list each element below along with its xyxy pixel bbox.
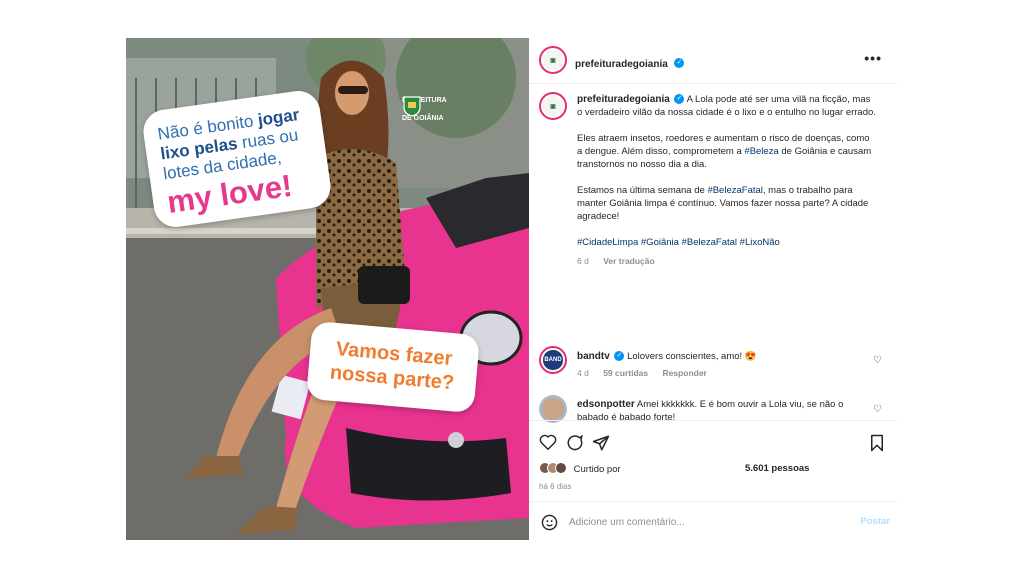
share-icon[interactable] bbox=[592, 434, 610, 452]
post-date: há 6 dias bbox=[539, 482, 572, 491]
crest-icon: ▣ bbox=[543, 50, 563, 70]
hashtag-list[interactable]: #CidadeLimpa #Goiânia #BelezaFatal #Lixo… bbox=[577, 236, 877, 249]
post-sidebar: ▣ prefeituradegoiania ✓ ••• ▣ prefeitura… bbox=[529, 38, 898, 540]
commenter-username[interactable]: edsonpotter bbox=[577, 399, 635, 410]
verified-badge-icon: ✓ bbox=[614, 351, 625, 362]
emoji-icon[interactable] bbox=[541, 514, 558, 531]
comment-likes[interactable]: 59 curtidas bbox=[603, 368, 648, 378]
caption-paragraph-3: Estamos na última semana de #BelezaFatal… bbox=[577, 185, 869, 222]
instagram-post: PREFEITURA DE GOIÂNIA Não é bonito jogar… bbox=[126, 38, 898, 540]
crest-icon bbox=[403, 96, 421, 117]
more-options-icon[interactable]: ••• bbox=[864, 50, 882, 66]
commenter-avatar[interactable] bbox=[539, 395, 567, 423]
prefeitura-logo: PREFEITURA DE GOIÂNIA bbox=[402, 95, 488, 122]
likes-summary: Curtido por 5.601 pessoas há 6 dias bbox=[539, 462, 894, 491]
divider bbox=[529, 420, 898, 421]
caption-username[interactable]: prefeituradegoiania bbox=[577, 94, 670, 105]
comment-item: edsonpotter Amei kkkkkkk. E é bom ouvir … bbox=[539, 395, 894, 427]
likes-count[interactable]: 5.601 pessoas bbox=[745, 463, 809, 474]
translate-link[interactable]: Ver tradução bbox=[603, 256, 655, 266]
caption-avatar[interactable]: ▣ bbox=[539, 92, 567, 120]
post-comment-button[interactable]: Postar bbox=[860, 516, 890, 527]
user-photo-icon bbox=[541, 397, 565, 421]
action-bar bbox=[529, 426, 898, 452]
liked-by-label: Curtido por bbox=[573, 464, 621, 476]
comment-icon[interactable] bbox=[566, 434, 584, 452]
comment-item: BAND bandtv ✓ Lolovers conscientes, amo!… bbox=[539, 346, 894, 386]
verified-badge-icon: ✓ bbox=[674, 57, 685, 68]
comment-text: Lolovers conscientes, amo! 😍 bbox=[627, 351, 757, 362]
hashtag-link[interactable]: #Beleza bbox=[744, 146, 778, 157]
comment-input[interactable]: Adicione um comentário... bbox=[569, 517, 685, 528]
divider bbox=[529, 501, 898, 502]
caption-meta: 6 d Ver tradução bbox=[577, 255, 877, 268]
author-username[interactable]: prefeituradegoiania bbox=[575, 59, 668, 70]
reply-button[interactable]: Responder bbox=[662, 368, 706, 378]
post-image[interactable]: PREFEITURA DE GOIÂNIA Não é bonito jogar… bbox=[126, 38, 529, 540]
comment-like-icon[interactable]: ♡ bbox=[873, 403, 882, 416]
author-avatar[interactable]: ▣ bbox=[539, 46, 567, 74]
post-header: ▣ prefeituradegoiania ✓ ••• bbox=[529, 38, 898, 84]
caption-time: 6 d bbox=[577, 256, 589, 266]
verified-badge-icon: ✓ bbox=[674, 94, 685, 105]
comment-input-row: Adicione um comentário... Postar bbox=[539, 512, 894, 532]
band-logo-icon: BAND bbox=[543, 350, 563, 370]
crest-icon: ▣ bbox=[543, 96, 563, 116]
comment-meta: 4 d 59 curtidas Responder bbox=[577, 368, 707, 378]
commenter-avatar[interactable]: BAND bbox=[539, 346, 567, 374]
speech-bubble-main: Não é bonito jogar lixo pelas ruas ou lo… bbox=[140, 88, 334, 230]
like-icon[interactable] bbox=[539, 434, 557, 450]
save-icon[interactable] bbox=[869, 434, 885, 452]
speech-bubble-cta: Vamos fazer nossa parte? bbox=[305, 320, 481, 414]
liker-avatars[interactable] bbox=[539, 462, 567, 477]
comment-like-icon[interactable]: ♡ bbox=[873, 354, 882, 367]
caption-paragraph-2: Eles atraem insetos, roedores e aumentam… bbox=[577, 133, 872, 170]
commenter-username[interactable]: bandtv bbox=[577, 351, 610, 362]
post-caption: prefeituradegoiania ✓ A Lola pode até se… bbox=[577, 94, 877, 268]
hashtag-link[interactable]: #BelezaFatal bbox=[707, 185, 762, 196]
